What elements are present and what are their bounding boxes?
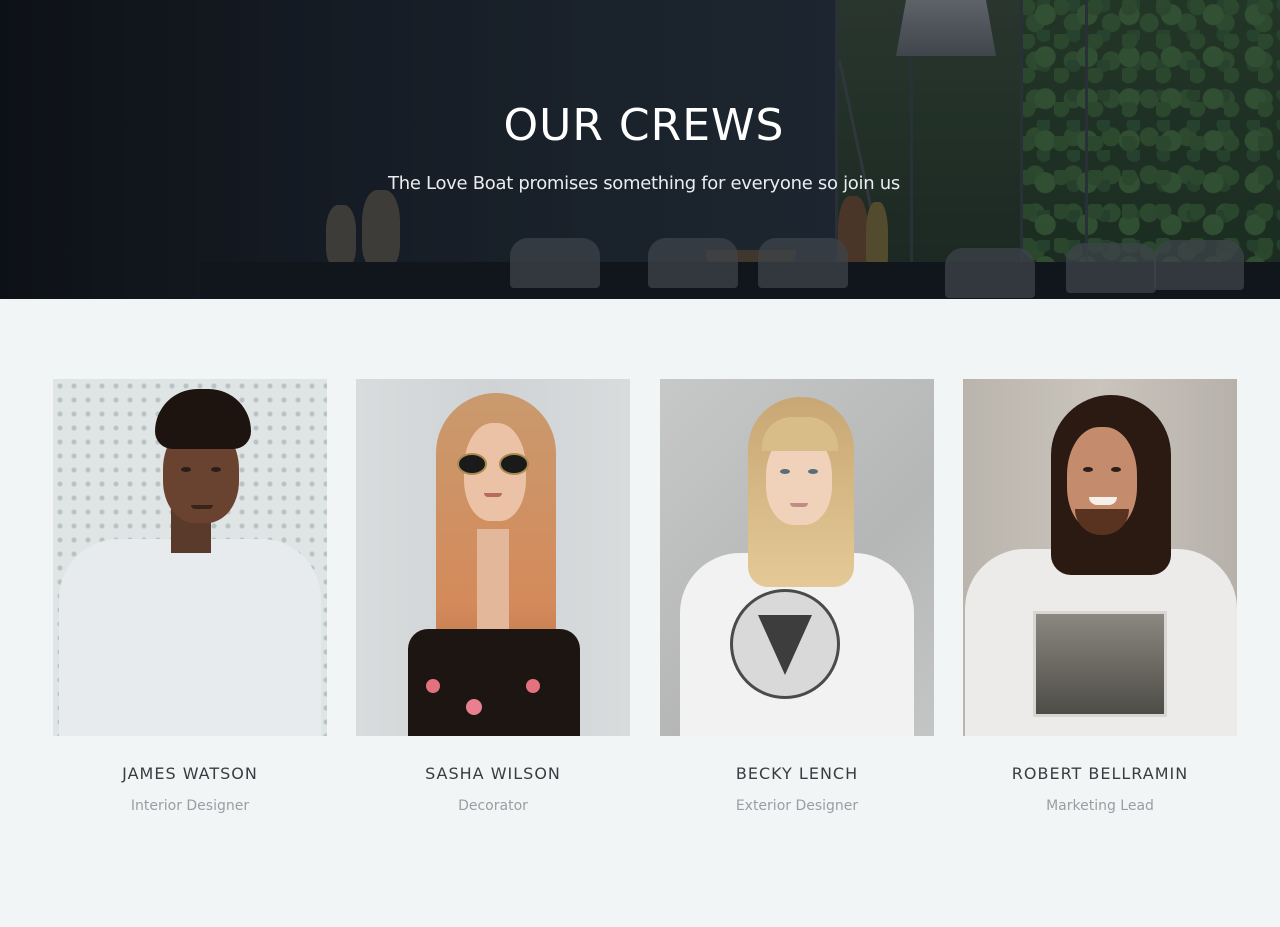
page-subtitle: The Love Boat promises something for eve… xyxy=(388,173,900,194)
page-title: OUR CREWS xyxy=(503,100,785,151)
crew-photo[interactable] xyxy=(356,379,630,736)
crew-photo[interactable] xyxy=(963,379,1237,736)
crew-name: JAMES WATSON xyxy=(122,764,258,783)
crew-role: Exterior Designer xyxy=(735,798,859,814)
crew-name: ROBERT BELLRAMIN xyxy=(1011,764,1189,783)
crew-name: SASHA WILSON xyxy=(425,764,561,783)
crew-photo[interactable] xyxy=(660,379,934,736)
crew-grid: JAMES WATSON Interior Designer SASHA WIL… xyxy=(0,379,1280,839)
hero-banner: OUR CREWS The Love Boat promises somethi… xyxy=(0,0,1280,299)
crew-card[interactable]: BECKY LENCH Exterior Designer xyxy=(660,379,934,814)
crew-card[interactable]: JAMES WATSON Interior Designer xyxy=(53,379,327,814)
crew-name: BECKY LENCH xyxy=(735,764,859,783)
crew-photo[interactable] xyxy=(53,379,327,736)
crew-card[interactable]: SASHA WILSON Decorator xyxy=(356,379,630,814)
crew-card[interactable]: ROBERT BELLRAMIN Marketing Lead xyxy=(963,379,1237,814)
crew-role: Marketing Lead xyxy=(1046,798,1154,814)
crew-role: Decorator xyxy=(458,798,528,814)
crew-role: Interior Designer xyxy=(130,798,250,814)
